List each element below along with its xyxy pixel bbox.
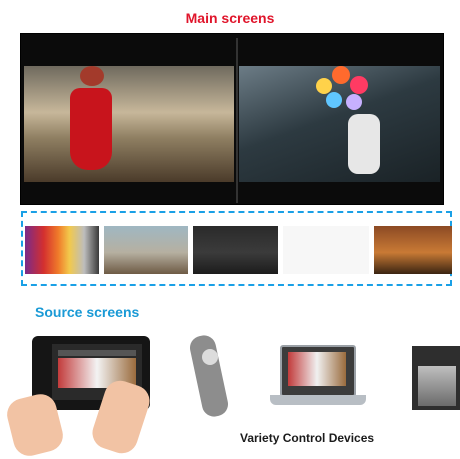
tablet-ui-bar [58,350,136,356]
remote-dpad [202,349,218,365]
source-thumb-group-in-room[interactable] [193,226,278,274]
laptop-base [270,395,366,405]
variety-control-devices-label: Variety Control Devices [240,431,375,445]
main-screens-title: Main screens [185,10,275,26]
woman-with-balloons [348,114,380,174]
remote-control-icon [187,333,231,419]
source-thumb-person-white-background[interactable] [283,226,369,274]
woman-hat [80,66,104,86]
source-thumb-woman-on-pier[interactable] [104,226,188,274]
screen-divider [236,38,238,203]
main-screen-left[interactable] [24,66,234,182]
laptop-screen-content [288,352,346,386]
woman-in-red-dress [70,88,112,170]
source-thumb-colorful-shoes[interactable] [25,226,99,274]
source-thumb-people-at-table[interactable] [374,226,452,274]
source-screens-title: Source screens [35,304,140,320]
projector-light [418,366,456,406]
